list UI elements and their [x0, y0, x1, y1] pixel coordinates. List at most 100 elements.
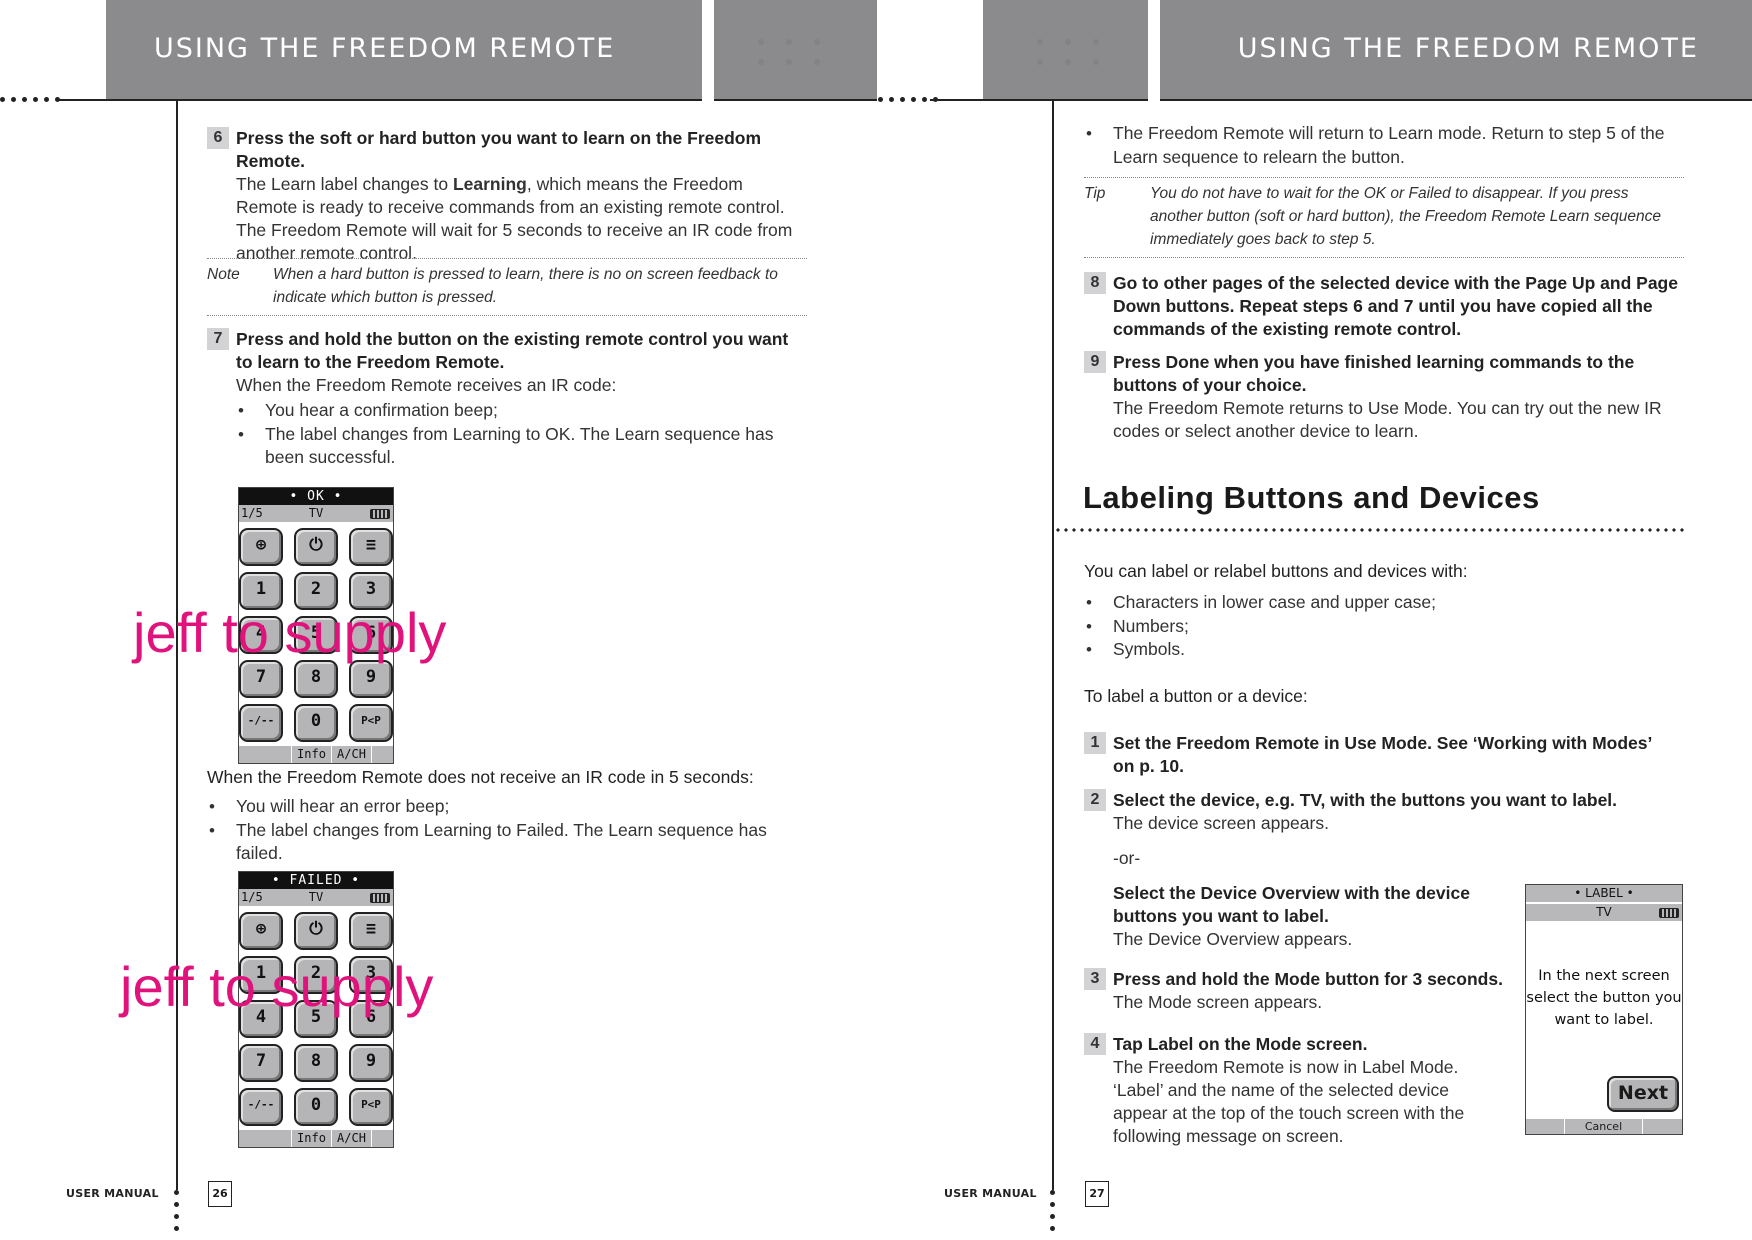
key-0[interactable]: 0 — [294, 704, 338, 742]
center-leader-dots — [878, 97, 938, 102]
battery-icon — [370, 509, 390, 519]
step-number-badge: 3 — [1084, 968, 1106, 990]
left-header-deco-block — [714, 0, 877, 99]
intro-text: You can label or relabel buttons and dev… — [1084, 561, 1468, 581]
decorative-dots-icon — [758, 39, 820, 65]
soft-key[interactable] — [239, 746, 291, 763]
intro-bullet-list: Characters in lower case and upper case;… — [1084, 591, 1684, 662]
menu-key[interactable]: ≡ — [349, 528, 393, 566]
soft-key[interactable] — [371, 1130, 393, 1147]
list-item: Numbers; — [1084, 615, 1684, 639]
key-2[interactable]: 2 — [294, 572, 338, 610]
keypad: ⊕ ⏻ ≡ 1 2 3 4 5 6 7 8 9 -/-- 0 P<P — [239, 522, 393, 746]
key-4[interactable]: 4 — [239, 1000, 283, 1038]
key-1[interactable]: 1 — [239, 572, 283, 610]
step-title: Press the soft or hard button you want t… — [236, 128, 762, 171]
key-1[interactable]: 1 — [239, 956, 283, 994]
step-number-badge: 4 — [1084, 1033, 1106, 1055]
key-8[interactable]: 8 — [294, 660, 338, 698]
step-number-badge: 1 — [1084, 732, 1106, 754]
right-header-rule-2 — [1160, 99, 1752, 101]
step-number-badge: 2 — [1084, 789, 1106, 811]
key-2[interactable]: 2 — [294, 956, 338, 994]
soft-key[interactable] — [1642, 1119, 1682, 1134]
step-description: The Freedom Remote returns to Use Mode. … — [1113, 398, 1662, 441]
device-name: TV — [1596, 905, 1612, 919]
key-9[interactable]: 9 — [349, 660, 393, 698]
step-description: The Freedom Remote is now in Label Mode.… — [1113, 1057, 1465, 1146]
step-number-badge: 9 — [1084, 351, 1106, 373]
list-item: You hear a confirmation beep; — [236, 399, 807, 423]
step-title: Tap Label on the Mode screen. — [1113, 1034, 1368, 1054]
key-5[interactable]: 5 — [294, 616, 338, 654]
menu-key[interactable]: ≡ — [349, 912, 393, 950]
list-item: Characters in lower case and upper case; — [1084, 591, 1684, 615]
zoom-key[interactable]: ⊕ — [239, 912, 283, 950]
soft-key[interactable] — [239, 1130, 291, 1147]
step-title: Press and hold the button on the existin… — [236, 329, 789, 372]
label-step-3: 3 Press and hold the Mode button for 3 s… — [1084, 968, 1504, 1014]
step-title: Press Done when you have finished learni… — [1113, 352, 1635, 395]
screen-banner: • FAILED • — [239, 872, 393, 889]
step-description: The device screen appears. — [1113, 813, 1329, 833]
step-number-badge: 8 — [1084, 272, 1106, 294]
soft-key-info[interactable]: Info — [291, 746, 331, 763]
key-6[interactable]: 6 — [349, 1000, 393, 1038]
left-header-rule-2 — [714, 99, 877, 101]
soft-key-ach[interactable]: A/CH — [331, 746, 371, 763]
soft-key[interactable] — [371, 746, 393, 763]
key-7[interactable]: 7 — [239, 660, 283, 698]
soft-key[interactable] — [1526, 1119, 1564, 1134]
section-dotted-rule — [1054, 528, 1686, 532]
footer-label: USER MANUAL — [66, 1187, 159, 1200]
key-3[interactable]: 3 — [349, 572, 393, 610]
power-key[interactable]: ⏻ — [294, 912, 338, 950]
key-5[interactable]: 5 — [294, 1000, 338, 1038]
step-8: 8 Go to other pages of the selected devi… — [1084, 272, 1684, 341]
label-step-1: 1 Set the Freedom Remote in Use Mode. Se… — [1084, 732, 1684, 778]
digits-key[interactable]: -/-- — [239, 704, 283, 742]
key-8[interactable]: 8 — [294, 1044, 338, 1082]
fail-intro: When the Freedom Remote does not receive… — [207, 767, 754, 787]
step-number-badge: 7 — [207, 328, 229, 350]
left-margin-rule — [176, 100, 178, 1190]
screen-status-bar: TV — [1526, 904, 1682, 921]
digits-key[interactable]: -/-- — [239, 1088, 283, 1126]
keypad: ⊕ ⏻ ≡ 1 2 3 4 5 6 7 8 9 -/-- 0 P<P — [239, 906, 393, 1130]
note-box: Note When a hard button is pressed to le… — [207, 258, 807, 316]
next-button[interactable]: Next — [1607, 1076, 1679, 1112]
right-header-rule — [930, 99, 1148, 101]
page-number: 27 — [1085, 1181, 1109, 1207]
right-header-deco-block — [983, 0, 1148, 99]
left-header-banner: USING THE FREEDOM REMOTE — [106, 0, 702, 99]
key-9[interactable]: 9 — [349, 1044, 393, 1082]
step-description: The Learn label changes to Learning, whi… — [236, 174, 793, 263]
key-0[interactable]: 0 — [294, 1088, 338, 1126]
prev-channel-key[interactable]: P<P — [349, 1088, 393, 1126]
key-3[interactable]: 3 — [349, 956, 393, 994]
screen-banner: • LABEL • — [1526, 885, 1682, 904]
step-description: The Mode screen appears. — [1113, 992, 1323, 1012]
left-margin-dots — [174, 1190, 179, 1231]
step-title: Press and hold the Mode button for 3 sec… — [1113, 969, 1503, 989]
step-9: 9 Press Done when you have finished lear… — [1084, 351, 1684, 443]
key-4[interactable]: 4 — [239, 616, 283, 654]
battery-icon — [370, 893, 390, 903]
tip-label: Tip — [1084, 185, 1106, 202]
key-6[interactable]: 6 — [349, 616, 393, 654]
page-number: 26 — [208, 1181, 232, 1207]
key-7[interactable]: 7 — [239, 1044, 283, 1082]
step-description: When the Freedom Remote receives an IR c… — [236, 375, 617, 395]
cancel-soft-key[interactable]: Cancel — [1564, 1119, 1642, 1134]
prev-channel-key[interactable]: P<P — [349, 704, 393, 742]
screen-status-bar: 1/5 TV — [239, 889, 393, 906]
zoom-key[interactable]: ⊕ — [239, 528, 283, 566]
note-label: Note — [207, 266, 240, 283]
list-item: The label changes from Learning to Faile… — [207, 819, 807, 866]
soft-key-info[interactable]: Info — [291, 1130, 331, 1147]
tip-text: You do not have to wait for the OK or Fa… — [1150, 185, 1661, 248]
fail-bullet-list: You will hear an error beep; The label c… — [207, 795, 807, 866]
soft-key-bar: Info A/CH — [239, 1130, 393, 1147]
power-key[interactable]: ⏻ — [294, 528, 338, 566]
soft-key-ach[interactable]: A/CH — [331, 1130, 371, 1147]
